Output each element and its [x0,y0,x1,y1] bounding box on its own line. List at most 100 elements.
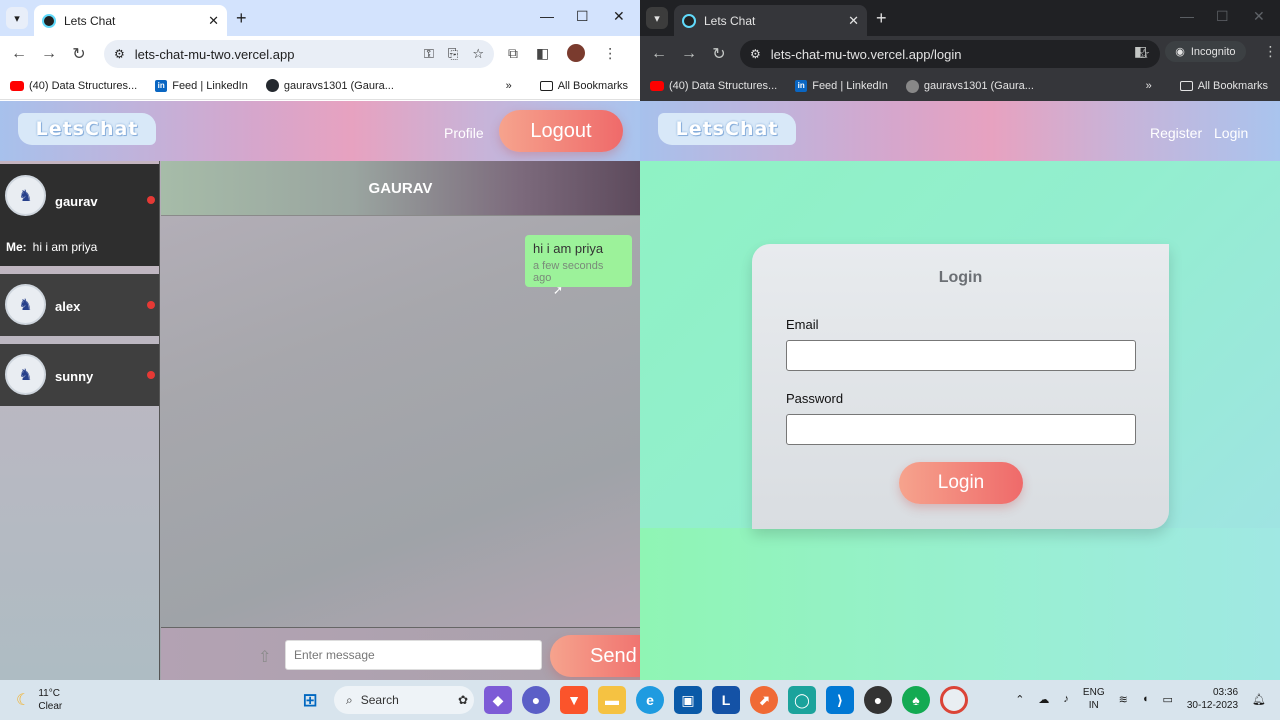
tab-search-button[interactable]: ▾ [646,7,668,29]
new-tab-button[interactable]: + [236,8,247,29]
youtube-icon [10,80,24,91]
close-window-button[interactable]: ✕ [1253,8,1265,25]
password-field[interactable] [786,414,1136,445]
search-icon: ⌕ [346,692,353,707]
menu-icon[interactable]: ⋮ [1264,43,1278,60]
taskbar-search[interactable]: ⌕ Search ✿ [334,686,474,714]
lark-icon[interactable]: L [712,686,740,714]
profile-link[interactable]: Profile [444,125,484,141]
back-button[interactable]: ← [4,45,34,63]
logout-button[interactable]: Logout [499,110,623,152]
tab-lets-chat[interactable]: Lets Chat ✕ [34,5,227,36]
vscode-icon[interactable]: ⟩ [826,686,854,714]
address-bar[interactable]: ⚙ lets-chat-mu-two.vercel.app ⚿ ⎘ ☆ [104,40,494,68]
clock[interactable]: 03:36 30-12-2023 [1187,686,1238,712]
minimize-button[interactable]: — [1180,8,1194,24]
github-icon [905,79,919,93]
windows-start-icon[interactable]: ⊞ [296,686,324,714]
maximize-button[interactable]: ☐ [1216,8,1229,25]
site-info-icon[interactable]: ⚙ [750,47,761,61]
bookmark-data-structures[interactable]: (40) Data Structures... [650,80,777,92]
minimize-button[interactable]: — [540,8,554,24]
address-bar[interactable]: ⚙ lets-chat-mu-two.vercel.app/login ☆ [740,40,1160,68]
close-window-button[interactable]: ✕ [613,8,625,25]
left-browser-window: ▾ Lets Chat ✕ + — ☐ ✕ ← → ↻ ⚙ lets-chat-… [0,0,640,680]
send-button[interactable]: Send [550,635,640,677]
wifi-icon[interactable]: ≋ [1119,693,1128,706]
contact-sunny[interactable]: ♞ sunny [0,344,159,406]
login-button[interactable]: Login [899,462,1023,504]
forward-button[interactable]: → [674,45,704,63]
back-button[interactable]: ← [644,45,674,63]
weather-widget[interactable]: ☾ 11°C Clear [16,687,62,713]
site-info-icon[interactable]: ⚙ [114,47,125,61]
file-explorer-icon[interactable]: ▬ [598,686,626,714]
youtube-icon [650,81,664,91]
profile-avatar[interactable] [567,44,586,62]
side-panel-icon[interactable]: ◧ [536,45,549,62]
contact-name: alex [55,299,81,314]
menu-icon[interactable]: ⋮ [603,45,617,62]
tab-search-button[interactable]: ▾ [6,7,28,29]
app-icon[interactable]: ◯ [788,686,816,714]
reload-button[interactable]: ↻ [64,44,94,64]
more-bookmarks-icon[interactable]: » [506,80,512,92]
brave-icon[interactable]: ▼ [560,686,588,714]
forward-button[interactable]: → [34,45,64,63]
message-input[interactable] [285,640,542,670]
volume-icon[interactable]: ◖ [1142,693,1149,705]
contact-alex[interactable]: ♞ alex [0,274,159,336]
app-logo[interactable]: LetsChat [658,113,796,145]
bookmark-linkedin[interactable]: in Feed | LinkedIn [155,79,248,92]
login-link[interactable]: Login [1214,125,1248,141]
tab-title: Lets Chat [704,13,756,28]
register-link[interactable]: Register [1150,125,1202,141]
last-message: Me: hi i am priya [6,240,97,254]
tab-lets-chat[interactable]: Lets Chat ✕ [674,5,867,36]
reload-button[interactable]: ↻ [704,44,734,64]
all-bookmarks[interactable]: All Bookmarks [1179,80,1268,92]
battery-icon[interactable]: ▭ [1162,693,1172,706]
notification-bell-icon[interactable]: 🔔︎ [1252,693,1266,706]
extensions-icon[interactable]: ⧉ [508,45,518,62]
search-highlight-icon: ✿ [457,693,468,707]
bookmark-linkedin[interactable]: in Feed | LinkedIn [795,80,888,92]
edge-icon[interactable]: e [636,686,664,714]
email-field[interactable] [786,340,1136,371]
chrome-icon[interactable] [940,686,968,714]
bookmark-data-structures[interactable]: (40) Data Structures... [10,80,137,92]
key-icon[interactable]: ⚿ [424,46,434,62]
microphone-icon[interactable]: ♪ [1063,693,1069,705]
last-message-prefix: Me: [6,240,27,254]
language-indicator[interactable]: ENG IN [1083,686,1105,712]
close-tab-icon[interactable]: ✕ [848,13,859,29]
github-desktop-icon[interactable]: ● [864,686,892,714]
status-dot [147,301,155,309]
mongodb-icon[interactable]: ♠ [902,686,930,714]
cloud-icon[interactable]: ☁ [1038,693,1049,706]
date: 30-12-2023 [1186,700,1239,711]
bookmark-github[interactable]: gauravs1301 (Gaura... [905,79,1034,93]
more-bookmarks-icon[interactable]: » [1146,80,1152,92]
all-bookmarks[interactable]: All Bookmarks [539,80,628,92]
region-code: IN [1088,700,1099,711]
bookmark-star-icon[interactable]: ☆ [472,46,484,62]
contact-gaurav[interactable]: ♞ gaurav Me: hi i am priya [0,164,159,266]
url-text: lets-chat-mu-two.vercel.app [134,46,295,62]
app-logo[interactable]: LetsChat [18,113,156,145]
chevron-up-icon[interactable]: ⌃ [1015,693,1024,706]
message-text: hi i am priya [533,241,604,256]
incognito-badge[interactable]: ◉ Incognito [1165,41,1246,62]
new-tab-button[interactable]: + [876,8,887,29]
maximize-button[interactable]: ☐ [576,8,589,25]
upload-icon[interactable]: ⇧ [258,647,271,667]
copilot-icon[interactable]: ◆ [484,686,512,714]
bookmark-github[interactable]: gauravs1301 (Gaura... [265,79,394,92]
install-app-icon[interactable]: ⎘ [448,46,458,62]
email-label: Email [786,317,819,332]
close-tab-icon[interactable]: ✕ [208,13,219,29]
chat-app-icon[interactable]: ● [522,686,550,714]
postman-icon[interactable]: ⬈ [750,686,778,714]
side-panel-icon[interactable]: ◧ [1134,43,1147,60]
store-icon[interactable]: ▣ [674,686,702,714]
